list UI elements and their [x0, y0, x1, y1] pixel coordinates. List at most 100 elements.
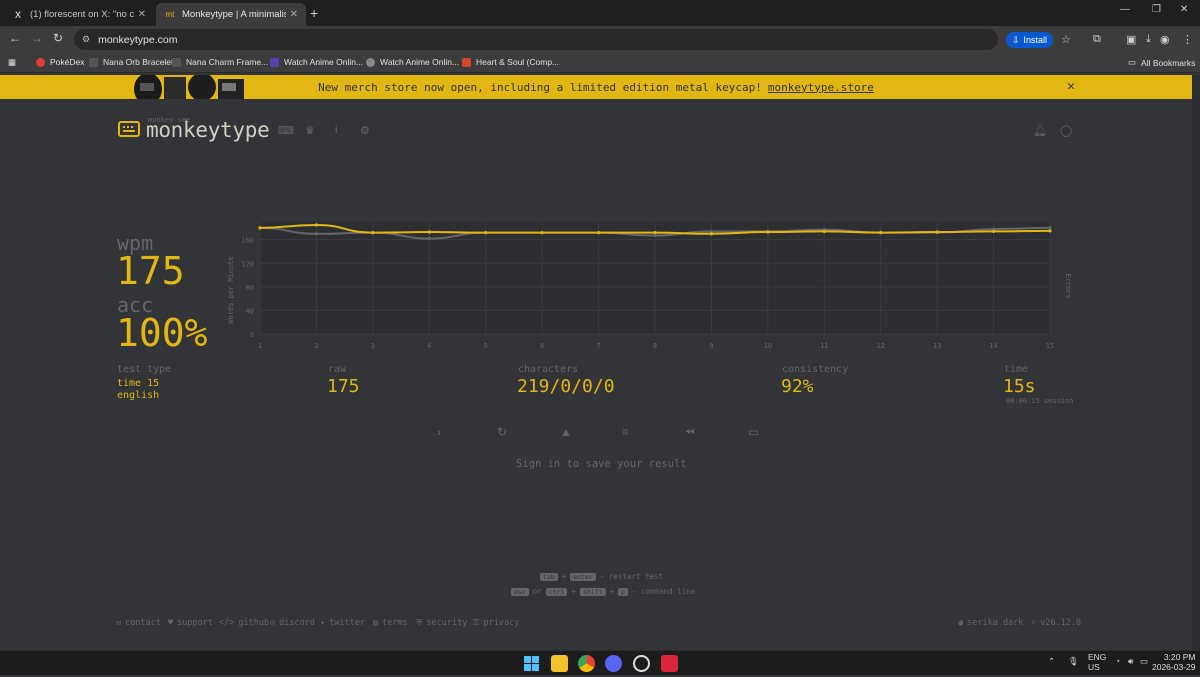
all-bookmarks[interactable]: ▭ All Bookmarks: [1128, 57, 1195, 68]
data-point-wpm[interactable]: [540, 231, 544, 235]
data-point-wpm[interactable]: [314, 223, 319, 227]
data-point-wpm[interactable]: [709, 232, 714, 236]
bookmark-star-icon[interactable]: ☆: [1061, 33, 1071, 46]
clock-app-icon[interactable]: [633, 655, 650, 672]
about-info-icon[interactable]: i: [335, 124, 337, 136]
site-info-icon[interactable]: ⚙: [82, 34, 90, 45]
profile-icon[interactable]: ◉: [1160, 33, 1170, 46]
next-test-icon[interactable]: ›: [437, 425, 441, 439]
close-window-icon[interactable]: ✕: [1180, 4, 1188, 15]
restore-icon[interactable]: ❐: [1152, 4, 1161, 15]
bookmark-favicon-icon: [366, 57, 375, 67]
footer-version[interactable]: ⑂ v26.12.0: [1031, 618, 1081, 628]
browser-tab-monkeytype[interactable]: mt Monkeytype | A minimalistic, cu ✕: [156, 3, 306, 26]
warning-icon[interactable]: ▲: [560, 425, 572, 439]
logo-text[interactable]: monkeytype: [146, 118, 270, 142]
data-point-raw[interactable]: [1048, 226, 1052, 230]
sidepanel-icon[interactable]: ▣: [1126, 33, 1136, 46]
data-point-raw[interactable]: [427, 236, 431, 241]
footer-github[interactable]: </> github: [219, 618, 269, 628]
data-point-wpm[interactable]: [991, 229, 996, 234]
windows-start-icon[interactable]: [523, 655, 540, 672]
bookmark-nana-charm[interactable]: Nana Charm Frame...: [172, 57, 268, 67]
x-tick-label: 1: [258, 342, 262, 350]
bookmark-pokedex[interactable]: PokéDex: [36, 57, 85, 67]
key-esc: esc: [511, 587, 529, 596]
bookmark-anime-2[interactable]: Watch Anime Onlin...: [366, 57, 459, 67]
discord-icon: ◎: [270, 618, 276, 628]
data-point-wpm[interactable]: [653, 231, 657, 235]
footer-contact[interactable]: ✉ contact: [116, 618, 161, 628]
footer-security[interactable]: ⛨ security: [416, 618, 467, 628]
url-field[interactable]: ⚙ monkeytype.com: [74, 29, 998, 50]
forward-icon[interactable]: →: [31, 31, 43, 45]
footer-twitter[interactable]: ✦ twitter: [320, 618, 365, 628]
keyboard-logo-icon[interactable]: [118, 121, 140, 137]
data-point-wpm[interactable]: [766, 230, 770, 234]
data-point-wpm[interactable]: [484, 231, 488, 235]
reload-icon[interactable]: ↻: [53, 31, 63, 45]
wifi-icon[interactable]: ◔: [1115, 656, 1120, 666]
footer-theme[interactable]: ◕ serika dark: [958, 618, 1023, 628]
restart-hint-text: - restart test: [599, 572, 664, 581]
install-app-button[interactable]: ⇩ Install: [1006, 32, 1054, 48]
x-tick-label: 10: [764, 342, 772, 350]
data-point-wpm[interactable]: [427, 230, 431, 234]
x-tick-label: 8: [653, 342, 657, 350]
y-tick-label: 120: [241, 260, 254, 268]
microphone-icon[interactable]: 🎙︎: [1068, 656, 1079, 667]
sign-in-hint[interactable]: Sign in to save your result: [516, 458, 687, 470]
folder-icon: ▭: [1128, 57, 1137, 67]
keyboard-icon[interactable]: ⌨: [278, 124, 294, 137]
download-icon[interactable]: ⤓: [1146, 33, 1151, 46]
acc-value: 100%: [116, 311, 208, 355]
app-icon[interactable]: [661, 655, 678, 672]
browser-tab-x[interactable]: X (1) florescent on X: "no caption ✕: [4, 3, 154, 26]
new-tab-button[interactable]: +: [310, 5, 318, 21]
restart-icon[interactable]: ↻: [497, 425, 507, 439]
tray-overflow-icon[interactable]: ⌃: [1048, 656, 1055, 667]
word-history-icon[interactable]: ≡: [622, 425, 629, 439]
data-point-wpm[interactable]: [1048, 229, 1052, 233]
discord-taskbar-icon[interactable]: [605, 655, 622, 672]
data-point-wpm[interactable]: [596, 231, 601, 235]
data-point-wpm[interactable]: [879, 231, 883, 235]
bookmark-anime-1[interactable]: Watch Anime Onlin...: [270, 57, 363, 67]
data-point-raw[interactable]: [314, 232, 319, 236]
battery-icon[interactable]: ▭: [1140, 656, 1148, 667]
account-user-icon[interactable]: ◯: [1060, 124, 1072, 137]
extensions-icon[interactable]: ⧉: [1093, 33, 1101, 46]
consistency-label: consistency: [782, 364, 849, 375]
page-scrollbar[interactable]: [1192, 75, 1200, 650]
minimize-icon[interactable]: —: [1120, 4, 1130, 15]
footer-terms[interactable]: ▤ terms: [373, 618, 408, 628]
bookmark-nana-orb[interactable]: Nana Orb Bracelet: [89, 57, 173, 67]
banner-close-button[interactable]: ✕: [1067, 79, 1075, 94]
file-explorer-icon[interactable]: [551, 655, 568, 672]
data-point-wpm[interactable]: [371, 231, 375, 235]
volume-icon[interactable]: 🔊︎: [1128, 656, 1133, 667]
data-point-wpm[interactable]: [935, 230, 939, 234]
data-point-wpm[interactable]: [258, 226, 262, 230]
close-tab-icon[interactable]: ✕: [138, 9, 146, 20]
apps-icon[interactable]: ▦: [8, 57, 16, 68]
footer-discord[interactable]: ◎ discord: [270, 618, 315, 628]
footer-privacy[interactable]: ⚿ privacy: [473, 618, 519, 628]
footer-support[interactable]: ♥ support: [168, 618, 213, 628]
data-point-wpm[interactable]: [822, 229, 826, 234]
screenshot-icon[interactable]: ▭: [748, 425, 759, 439]
bookmark-heart-soul[interactable]: Heart & Soul (Comp...: [462, 57, 559, 67]
lang-label: ENG: [1088, 652, 1107, 662]
close-tab-icon[interactable]: ✕: [290, 9, 298, 20]
clock[interactable]: 3:20 PM 2026-03-29: [1152, 652, 1195, 672]
back-icon[interactable]: ←: [9, 31, 21, 45]
merch-store-link[interactable]: monkeytype.store: [768, 81, 874, 94]
menu-icon[interactable]: ⋮: [1182, 33, 1193, 46]
notifications-bell-icon[interactable]: 🔔︎: [1033, 124, 1047, 137]
language-indicator[interactable]: ENG US: [1088, 652, 1106, 672]
settings-gear-icon[interactable]: ⚙: [360, 124, 370, 137]
leaderboard-crown-icon[interactable]: ♛: [305, 124, 315, 137]
replay-icon[interactable]: ⏪︎: [685, 425, 695, 440]
chrome-icon[interactable]: [578, 655, 595, 672]
data-point-raw[interactable]: [653, 233, 657, 238]
